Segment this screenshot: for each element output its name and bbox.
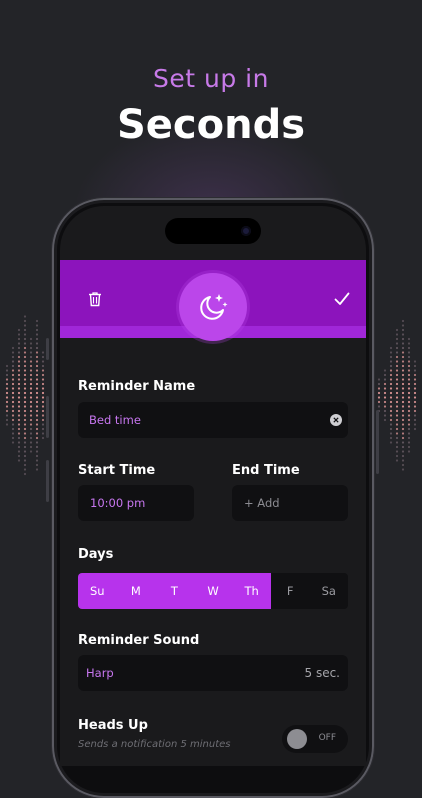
end-time-placeholder: + Add [244, 496, 280, 510]
heads-up-description: Sends a notification 5 minutes [78, 739, 231, 750]
day-chip[interactable]: W [193, 573, 233, 609]
dynamic-island [165, 218, 261, 244]
reminder-name-input[interactable]: Bed time [78, 402, 348, 438]
headline-title: Seconds [116, 102, 306, 148]
day-chip[interactable]: T [155, 573, 194, 609]
toggle-state-label: OFF [318, 733, 336, 743]
reminder-sound-label: Reminder Sound [78, 633, 200, 648]
clear-circle-icon[interactable] [330, 414, 342, 426]
start-time-value: 10:00 pm [90, 496, 146, 510]
reminder-sound-selector[interactable]: Harp 5 sec. [78, 655, 348, 691]
end-time-label: End Time [232, 463, 300, 478]
reminder-name-label: Reminder Name [78, 379, 196, 394]
reminder-sound-duration: 5 sec. [304, 666, 341, 680]
headline: Set up in Seconds [0, 62, 422, 152]
day-chip[interactable]: Su [78, 573, 117, 609]
right-sound-wave-decoration [377, 319, 417, 471]
end-time-input[interactable]: + Add [232, 485, 348, 521]
toggle-knob [287, 729, 307, 749]
start-time-input[interactable]: 10:00 pm [78, 485, 194, 521]
heads-up-toggle[interactable]: OFF [282, 725, 348, 753]
days-label: Days [78, 547, 114, 562]
headline-subtitle: Set up in [153, 64, 269, 93]
day-chip[interactable]: Sa [309, 573, 348, 609]
days-selector: Su M T W Th F Sa [78, 573, 348, 609]
reminder-sound-value: Harp [86, 666, 114, 680]
phone-volume-down-button [46, 460, 49, 502]
checkmark-icon[interactable] [332, 290, 352, 308]
trash-icon[interactable] [86, 290, 104, 308]
phone-power-button [376, 410, 379, 474]
phone-action-button [46, 338, 49, 360]
start-time-label: Start Time [78, 463, 156, 478]
day-chip[interactable]: M [116, 573, 156, 609]
day-chip[interactable]: Th [232, 573, 271, 609]
moon-stars-icon [179, 273, 247, 341]
phone-screen: Reminder Name Bed time Start Time End Ti… [60, 206, 366, 766]
day-chip[interactable]: F [271, 573, 310, 609]
reminder-name-value: Bed time [89, 413, 141, 427]
phone-volume-up-button [46, 396, 49, 438]
heads-up-label: Heads Up [78, 718, 148, 733]
camera-icon [241, 226, 251, 236]
left-sound-wave-decoration [5, 315, 45, 476]
